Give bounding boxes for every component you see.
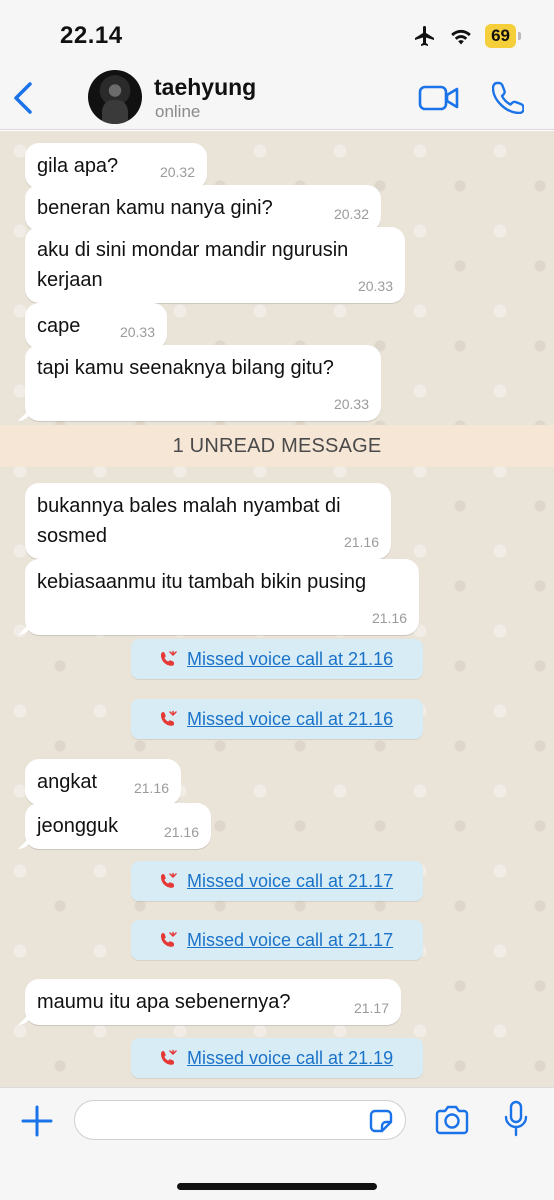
missed-call-icon (161, 650, 177, 666)
missed-call-label: Missed voice call at 21.17 (187, 870, 394, 891)
sticker-icon[interactable] (368, 1108, 394, 1134)
contact-name[interactable]: taehyung (154, 74, 256, 101)
wifi-icon (451, 29, 471, 45)
message-bubble[interactable]: bukannya bales malah nyambat di sosmed 2… (25, 483, 391, 559)
contact-status: online (155, 102, 201, 121)
microphone-icon[interactable] (504, 1100, 528, 1138)
missed-call-icon (161, 931, 177, 947)
missed-call-icon (161, 710, 177, 726)
missed-call-icon (161, 1049, 177, 1065)
chat-area[interactable]: gila apa? 20.32 beneran kamu nanya gini?… (0, 131, 554, 1087)
message-time: 21.16 (343, 534, 379, 550)
message-text: cape (37, 315, 81, 337)
message-text: tapi kamu seenaknya bilang gitu? (37, 357, 334, 379)
missed-call-label: Missed voice call at 21.16 (187, 708, 394, 729)
missed-call-bubble[interactable]: Missed voice call at 21.17 (131, 920, 423, 960)
message-bubble[interactable]: kebiasaanmu itu tambah bikin pusing 21.1… (25, 559, 419, 635)
missed-call-label: Missed voice call at 21.16 (187, 648, 394, 669)
missed-call-label: Missed voice call at 21.19 (187, 1047, 394, 1068)
message-bubble[interactable]: angkat 21.16 (25, 759, 181, 805)
missed-call-bubble[interactable]: Missed voice call at 21.19 (131, 1038, 423, 1078)
unread-banner: 1 UNREAD MESSAGE (0, 425, 554, 467)
contact-avatar[interactable] (88, 70, 142, 124)
message-bubble[interactable]: jeongguk 21.16 (25, 803, 211, 849)
message-text: bukannya bales malah nyambat di sosmed (37, 495, 341, 547)
message-bubble[interactable]: maumu itu apa sebenernya? 21.17 (25, 979, 401, 1025)
message-text: angkat (37, 771, 98, 793)
message-text: maumu itu apa sebenernya? (37, 991, 291, 1013)
status-bar: 22.14 69 (0, 0, 554, 66)
message-bubble[interactable]: gila apa? 20.32 (25, 143, 207, 189)
missed-call-bubble[interactable]: Missed voice call at 21.16 (131, 639, 423, 679)
chat-header: taehyung online (0, 66, 554, 130)
battery-level: 69 (491, 26, 510, 45)
missed-call-label: Missed voice call at 21.17 (187, 929, 394, 950)
message-bubble[interactable]: beneran kamu nanya gini? 20.32 (25, 185, 381, 231)
home-indicator (177, 1183, 377, 1190)
battery-icon: 69 (485, 24, 521, 48)
message-input[interactable] (74, 1100, 406, 1140)
status-time: 22.14 (60, 22, 123, 49)
missed-call-bubble[interactable]: Missed voice call at 21.17 (131, 861, 423, 901)
message-bubble[interactable]: tapi kamu seenaknya bilang gitu? 20.33 (25, 345, 381, 421)
message-time: 20.33 (357, 278, 393, 294)
airplane-icon (415, 26, 435, 46)
video-call-icon[interactable] (418, 83, 460, 113)
plus-icon[interactable] (20, 1104, 54, 1138)
missed-call-bubble[interactable]: Missed voice call at 21.16 (131, 699, 423, 739)
message-time: 21.16 (133, 780, 169, 796)
message-time: 20.32 (159, 164, 195, 180)
message-bubble[interactable]: cape 20.33 (25, 303, 167, 349)
status-icons: 69 (413, 24, 521, 48)
input-bar (0, 1087, 554, 1200)
camera-icon[interactable] (434, 1104, 470, 1136)
message-time: 20.33 (119, 324, 155, 340)
back-chevron-icon[interactable] (10, 80, 36, 116)
message-text: gila apa? (37, 155, 119, 177)
missed-call-icon (161, 872, 177, 888)
message-text: beneran kamu nanya gini? (37, 197, 273, 219)
message-bubble[interactable]: aku di sini mondar mandir ngurusin kerja… (25, 227, 405, 303)
message-time: 20.32 (333, 206, 369, 222)
message-text: kebiasaanmu itu tambah bikin pusing (37, 571, 367, 593)
message-time: 20.33 (333, 396, 369, 412)
message-time: 21.16 (371, 610, 407, 626)
message-text: aku di sini mondar mandir ngurusin kerja… (37, 239, 349, 291)
phone-icon[interactable] (492, 80, 524, 114)
message-text: jeongguk (37, 815, 119, 837)
message-time: 21.17 (353, 1000, 389, 1016)
message-time: 21.16 (163, 824, 199, 840)
